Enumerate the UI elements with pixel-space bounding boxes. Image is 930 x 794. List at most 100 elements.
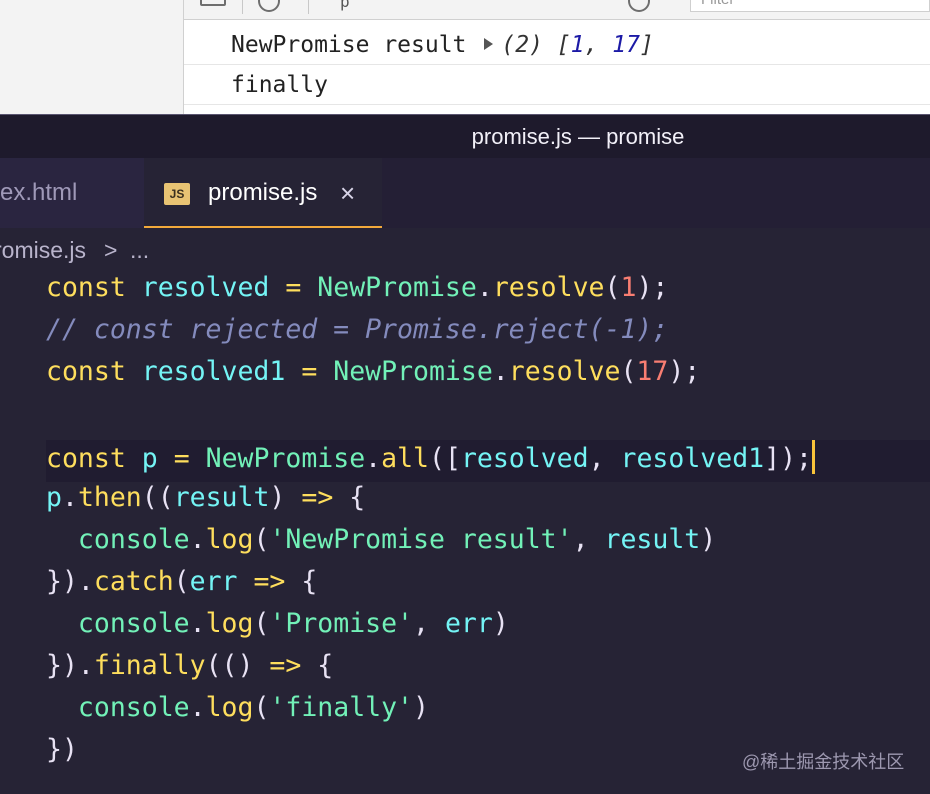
breadcrumb-file[interactable]: romise.js (0, 228, 86, 272)
operator: = (301, 356, 318, 387)
breadcrumb: romise.js > ... (0, 228, 930, 272)
object-name: console (77, 692, 190, 723)
punctuation: . (476, 272, 493, 303)
identifier: p (46, 482, 62, 513)
method-name: resolve (492, 272, 605, 303)
code-editor[interactable]: const resolved = NewPromise.resolve(1); … (0, 272, 930, 794)
array-bracket: ] (639, 32, 654, 58)
array-comma: , (584, 32, 613, 58)
punctuation: ]); (764, 443, 812, 474)
class-name: NewPromise (333, 356, 493, 387)
punctuation: . (365, 443, 382, 474)
class-name: NewPromise (205, 443, 366, 474)
punctuation: ([ (429, 443, 461, 474)
chevron-right-icon: > (104, 237, 118, 263)
devtools-sidebar (0, 0, 184, 114)
code-line: // const rejected = Promise.reject(-1); (46, 314, 668, 356)
punctuation: . (492, 356, 509, 387)
close-icon[interactable]: × (340, 158, 355, 228)
punctuation: ( (253, 692, 270, 723)
tab-index-html[interactable]: ex.html (0, 158, 144, 228)
operator: = (173, 443, 190, 474)
console-message: finally (184, 65, 930, 105)
context-selector[interactable]: p (340, 0, 350, 11)
method-name: log (205, 692, 254, 723)
string-literal: 'finally' (269, 692, 414, 723)
punctuation: . (189, 692, 206, 723)
identifier: resolved (460, 443, 589, 474)
method-name: then (77, 482, 142, 513)
console-filter-input[interactable]: Filter (690, 0, 930, 12)
punctuation: . (189, 524, 206, 555)
breadcrumb-symbols[interactable]: ... (130, 228, 149, 272)
punctuation: ( (253, 524, 270, 555)
punctuation: { (317, 650, 334, 681)
keyword: const (46, 356, 126, 387)
arrow-operator: => (269, 650, 302, 681)
method-name: catch (93, 566, 174, 597)
number-literal: 1 (620, 272, 637, 303)
punctuation: (( (141, 482, 174, 513)
array-value: 1 (570, 32, 585, 58)
punctuation: . (189, 608, 206, 639)
code-line-current: const p = NewPromise.all([resolved, reso… (46, 440, 815, 482)
code-line: console.log('finally') (46, 692, 429, 734)
keyword: const (46, 443, 126, 474)
identifier: err (444, 608, 493, 639)
method-name: all (381, 443, 430, 474)
punctuation: ) (700, 524, 717, 555)
method-name: resolve (508, 356, 621, 387)
sidebar-toggle-icon[interactable] (200, 0, 226, 6)
punctuation: , (413, 608, 429, 639)
punctuation: ) (492, 608, 509, 639)
array-length[interactable]: (2) (501, 32, 543, 58)
punctuation: ) (269, 482, 286, 513)
punctuation: { (349, 482, 366, 513)
identifier: p (141, 443, 158, 474)
parameter: result (173, 482, 270, 513)
class-name: NewPromise (317, 272, 477, 303)
punctuation: ( (620, 356, 637, 387)
code-line: }).catch(err => { (46, 566, 317, 608)
number-literal: 17 (636, 356, 669, 387)
text-cursor (811, 440, 815, 474)
expand-triangle-icon[interactable] (484, 38, 494, 50)
editor-tab-bar: ex.html JS promise.js × (0, 158, 930, 228)
code-line: p.then((result) => { (46, 482, 365, 524)
punctuation: ); (636, 272, 669, 303)
object-name: console (77, 608, 190, 639)
punctuation: ( (173, 566, 190, 597)
code-line: console.log('Promise', err) (46, 608, 509, 650)
array-bracket: [ (542, 32, 571, 58)
arrow-operator: => (301, 482, 334, 513)
method-name: log (205, 524, 254, 555)
method-name: finally (93, 650, 206, 681)
method-name: log (205, 608, 254, 639)
code-line: }) (46, 734, 78, 776)
punctuation: , (588, 443, 605, 474)
punctuation: ); (668, 356, 701, 387)
arrow-operator: => (253, 566, 286, 597)
code-line: }).finally(() => { (46, 650, 333, 692)
punctuation: . (61, 482, 78, 513)
operator: = (285, 272, 302, 303)
identifier: resolved1 (141, 356, 286, 387)
code-line: const resolved = NewPromise.resolve(1); (46, 272, 668, 314)
javascript-file-icon: JS (164, 183, 190, 205)
punctuation: (() (205, 650, 254, 681)
tab-promise-js[interactable]: JS promise.js × (144, 158, 382, 228)
object-name: console (77, 524, 190, 555)
toolbar-divider (242, 0, 243, 14)
devtools-console: p Filter NewPromise result (2) [1, 17] fi… (0, 0, 930, 114)
code-line: console.log('NewPromise result', result) (46, 524, 716, 566)
string-literal: 'Promise' (269, 608, 414, 639)
comment: // const rejected = Promise.reject(-1); (46, 314, 669, 345)
punctuation: ) (413, 692, 429, 723)
console-message-text: NewPromise result (231, 32, 467, 58)
identifier: resolved1 (620, 443, 765, 474)
console-message: NewPromise result (2) [1, 17] (184, 25, 930, 65)
toolbar-divider (308, 0, 309, 14)
tab-label: ex.html (0, 179, 78, 206)
array-value: 17 (612, 32, 640, 58)
punctuation: ( (253, 608, 270, 639)
